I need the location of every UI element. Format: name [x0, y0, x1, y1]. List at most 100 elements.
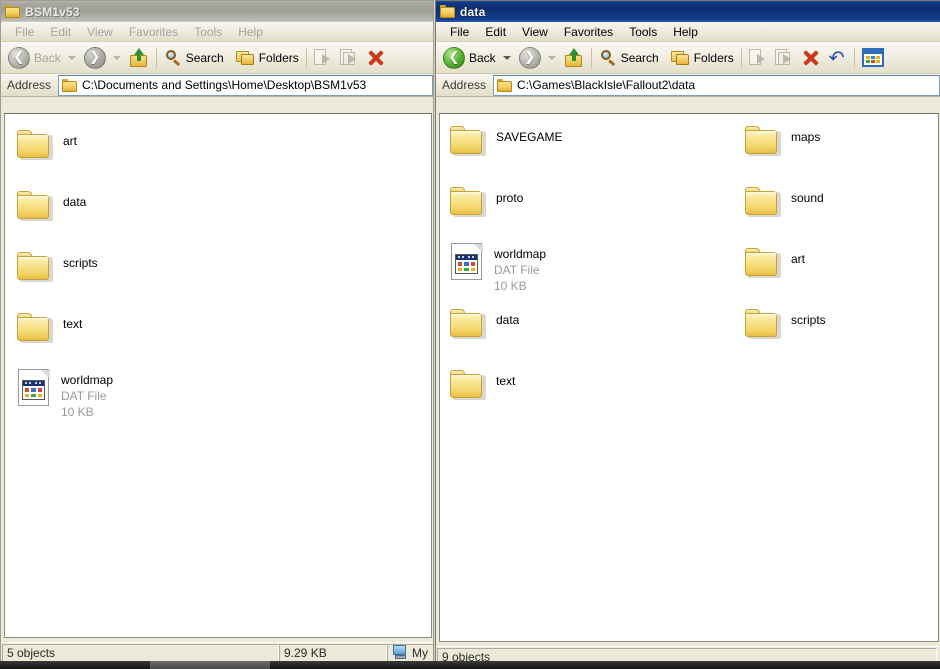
menu-favorites[interactable]: Favorites	[556, 24, 621, 40]
address-input[interactable]: C:\Games\BlackIsle\Fallout2\data	[493, 74, 940, 96]
addressbar-right[interactable]: Address C:\Games\BlackIsle\Fallout2\data	[436, 74, 940, 97]
list-item[interactable]: text	[17, 313, 82, 343]
folder-icon	[440, 5, 455, 18]
file-list-right[interactable]: SAVEGAME proto worldmap DAT File 10 KB d…	[439, 113, 939, 642]
list-item[interactable]: art	[17, 130, 77, 160]
folder-icon	[450, 187, 486, 217]
menu-help[interactable]: Help	[230, 24, 271, 40]
list-item[interactable]: sound	[745, 187, 824, 217]
menu-edit[interactable]: Edit	[42, 24, 79, 40]
forward-dropdown-caret-icon[interactable]	[547, 55, 556, 60]
copy-to-button[interactable]	[337, 45, 363, 71]
move-to-button[interactable]	[311, 45, 337, 71]
back-button[interactable]: ❮ Back	[5, 45, 64, 71]
list-item[interactable]: worldmap DAT File 10 KB	[18, 369, 113, 421]
file-list-left[interactable]: art data scripts text worldmap DAT File …	[4, 113, 432, 638]
folder-icon	[497, 78, 513, 92]
item-name: proto	[496, 191, 524, 205]
up-folder-icon	[129, 47, 149, 67]
search-button[interactable]: Search	[161, 45, 227, 71]
item-name: scripts	[63, 256, 98, 270]
up-button[interactable]	[561, 45, 587, 71]
item-kind: DAT File	[61, 389, 107, 404]
up-button[interactable]	[126, 45, 152, 71]
start-button[interactable]	[150, 661, 270, 669]
list-item[interactable]: scripts	[17, 252, 98, 282]
folder-icon	[62, 78, 78, 92]
statusbar-left: 5 objects 9.29 KB My	[2, 642, 433, 662]
folders-button[interactable]: Folders	[668, 45, 737, 71]
menubar-right[interactable]: File Edit View Favorites Tools Help	[436, 22, 940, 42]
folder-icon	[17, 130, 53, 160]
menu-view[interactable]: View	[79, 24, 121, 40]
back-arrow-icon: ❮	[8, 46, 30, 69]
undo-button[interactable]: ↶	[824, 45, 850, 71]
address-value: C:\Games\BlackIsle\Fallout2\data	[517, 78, 696, 92]
forward-button[interactable]: ❯	[516, 45, 544, 71]
copy-to-icon	[774, 49, 795, 66]
forward-arrow-icon: ❯	[83, 46, 106, 69]
folder-icon	[450, 309, 486, 339]
folders-label: Folders	[258, 50, 299, 65]
back-dropdown-caret-icon[interactable]	[67, 55, 76, 60]
move-to-button[interactable]	[746, 45, 772, 71]
list-item[interactable]: maps	[745, 126, 820, 156]
list-item[interactable]: SAVEGAME	[450, 126, 562, 156]
folders-button[interactable]: Folders	[233, 45, 302, 71]
addressbar-left[interactable]: Address C:\Documents and Settings\Home\D…	[1, 74, 433, 97]
item-size: 10 KB	[61, 405, 94, 420]
menu-favorites[interactable]: Favorites	[121, 24, 186, 40]
menu-view[interactable]: View	[514, 24, 556, 40]
list-item[interactable]: data	[450, 309, 519, 339]
item-name: maps	[791, 130, 821, 144]
back-label: Back	[34, 50, 61, 65]
menu-help[interactable]: Help	[665, 24, 706, 40]
undo-arrow-icon: ↶	[828, 46, 845, 69]
copy-to-button[interactable]	[772, 45, 798, 71]
status-location-pane: My	[387, 643, 433, 662]
item-name: text	[496, 374, 516, 388]
menubar-left[interactable]: File Edit View Favorites Tools Help	[1, 22, 433, 42]
taskbar[interactable]	[0, 661, 940, 669]
delete-button[interactable]	[798, 45, 824, 71]
list-item[interactable]: data	[17, 191, 86, 221]
back-button[interactable]: ❮ Back	[440, 45, 499, 71]
folder-icon	[745, 309, 781, 339]
delete-button[interactable]	[363, 45, 389, 71]
explorer-window-bsm1v53[interactable]: BSM1v53 File Edit View Favorites Tools H…	[0, 0, 434, 664]
folder-icon	[745, 248, 781, 278]
menu-file[interactable]: File	[7, 24, 42, 40]
list-item[interactable]: scripts	[745, 309, 826, 339]
list-item[interactable]: proto	[450, 187, 523, 217]
status-location-text: My	[412, 645, 428, 660]
views-icon	[861, 48, 884, 67]
menu-tools[interactable]: Tools	[186, 24, 230, 40]
item-name: sound	[791, 191, 824, 205]
folders-label: Folders	[693, 50, 734, 65]
views-button[interactable]	[859, 45, 887, 71]
list-item[interactable]: worldmap DAT File 10 KB	[451, 243, 546, 295]
explorer-window-data[interactable]: data File Edit View Favorites Tools Help…	[435, 0, 940, 669]
search-button[interactable]: Search	[596, 45, 662, 71]
forward-button[interactable]: ❯	[81, 45, 109, 71]
item-name: worldmap	[494, 247, 547, 261]
toolbar-separator	[305, 47, 307, 68]
forward-dropdown-caret-icon[interactable]	[112, 55, 121, 60]
list-item[interactable]: text	[450, 370, 515, 400]
address-input[interactable]: C:\Documents and Settings\Home\Desktop\B…	[58, 74, 433, 96]
menu-edit[interactable]: Edit	[477, 24, 514, 40]
titlebar-left[interactable]: BSM1v53	[1, 1, 433, 22]
back-dropdown-caret-icon[interactable]	[502, 55, 511, 60]
folder-icon	[745, 126, 781, 156]
menu-file[interactable]: File	[442, 24, 477, 40]
toolbar-separator	[155, 47, 157, 68]
toolbar-right[interactable]: ❮ Back ❯ Search Folders ↶	[436, 42, 940, 74]
list-item[interactable]: art	[745, 248, 805, 278]
menu-tools[interactable]: Tools	[621, 24, 665, 40]
item-name: SAVEGAME	[496, 130, 563, 144]
folder-icon	[17, 313, 53, 343]
toolbar-left[interactable]: ❮ Back ❯ Search Folders	[1, 42, 433, 74]
item-name: data	[63, 195, 87, 209]
folder-icon	[17, 252, 53, 282]
titlebar-right[interactable]: data	[436, 1, 940, 22]
